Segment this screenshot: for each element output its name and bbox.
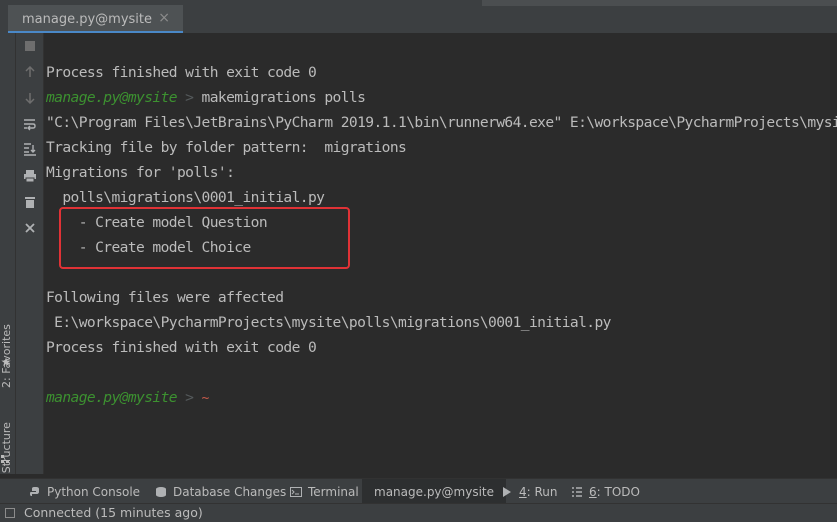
arrow-down-icon (25, 93, 35, 104)
close-icon[interactable]: × (158, 10, 170, 26)
tab-manage-py[interactable]: manage.py@mysite × (8, 5, 183, 33)
print-button[interactable] (21, 167, 39, 185)
status-text: Connected (15 minutes ago) (24, 505, 203, 520)
console-command: makemigrations polls (193, 89, 366, 106)
tab-label: manage.py@mysite (22, 11, 152, 27)
star-icon: ★ (0, 355, 12, 369)
trash-icon (25, 197, 35, 208)
console-output[interactable]: Process finished with exit code 0 manage… (44, 33, 837, 474)
run-toolbar (16, 33, 44, 474)
console-line: Process finished with exit code 0 (46, 339, 317, 356)
tab-database-changes[interactable]: Database Changes (154, 479, 286, 504)
terminal-icon (289, 485, 303, 499)
cursor-marker: ~ (201, 391, 210, 406)
console-line: "C:\Program Files\JetBrains\PyCharm 2019… (46, 114, 837, 131)
tab-number: 6 (589, 484, 597, 499)
tab-label: : Run (526, 484, 558, 499)
console-prompt: manage.py@mysite (46, 89, 178, 106)
tab-scrollbar[interactable] (482, 0, 837, 6)
bottom-tool-bar: Python Console Database Changes Terminal… (0, 478, 837, 504)
console-prompt: manage.py@mysite (46, 389, 178, 406)
close-run-button[interactable] (21, 219, 39, 237)
todo-icon (570, 485, 584, 499)
console-line: Tracking file by folder pattern: migrati… (46, 139, 407, 156)
highlight-box (59, 207, 350, 269)
tool-windows-toggle-icon[interactable] (5, 508, 15, 518)
tab-number: 4 (519, 484, 527, 499)
wrap-icon (24, 119, 36, 131)
stop-button[interactable] (21, 37, 39, 55)
close-icon (25, 223, 35, 233)
scroll-up-button[interactable] (21, 63, 39, 81)
editor-tab-bar: manage.py@mysite × (0, 0, 837, 34)
clear-all-button[interactable] (21, 193, 39, 211)
tab-label: manage.py@mysite (374, 484, 494, 499)
console-command (193, 389, 201, 406)
tab-manage-py-console[interactable]: manage.py@mysite (362, 479, 506, 504)
python-icon (28, 485, 42, 499)
print-icon (24, 170, 36, 183)
structure-icon (1, 455, 9, 463)
tab-todo[interactable]: 6: TODO (570, 479, 640, 504)
tab-label: Python Console (47, 484, 141, 499)
console-prompt-line: manage.py@mysite > makemigrations polls (46, 85, 366, 110)
status-bar: Connected (15 minutes ago) (0, 503, 837, 522)
scroll-end-icon (24, 143, 36, 156)
database-icon (154, 485, 168, 499)
tab-python-console[interactable]: Python Console (28, 479, 140, 504)
tab-label: : TODO (596, 484, 640, 499)
tab-terminal[interactable]: Terminal (289, 479, 359, 504)
console-line: E:\workspace\PycharmProjects\mysite\poll… (46, 314, 611, 331)
scroll-to-end-button[interactable] (21, 140, 39, 158)
tab-label: Database Changes (173, 484, 287, 499)
console-line: Following files were affected (46, 289, 284, 306)
tab-run[interactable]: 4: Run (500, 479, 558, 504)
tab-label: Terminal (308, 484, 359, 499)
console-line: Process finished with exit code 0 (46, 64, 317, 81)
run-icon (500, 485, 514, 499)
stop-icon (25, 41, 35, 51)
console-line: Migrations for 'polls': (46, 164, 235, 181)
console-prompt-line: manage.py@mysite > ~ (46, 385, 209, 410)
left-tool-stripe: 2: Favorites ★ Z: Structure (0, 33, 16, 488)
arrow-up-icon (25, 66, 35, 77)
soft-wrap-button[interactable] (21, 115, 39, 133)
scroll-down-button[interactable] (21, 89, 39, 107)
